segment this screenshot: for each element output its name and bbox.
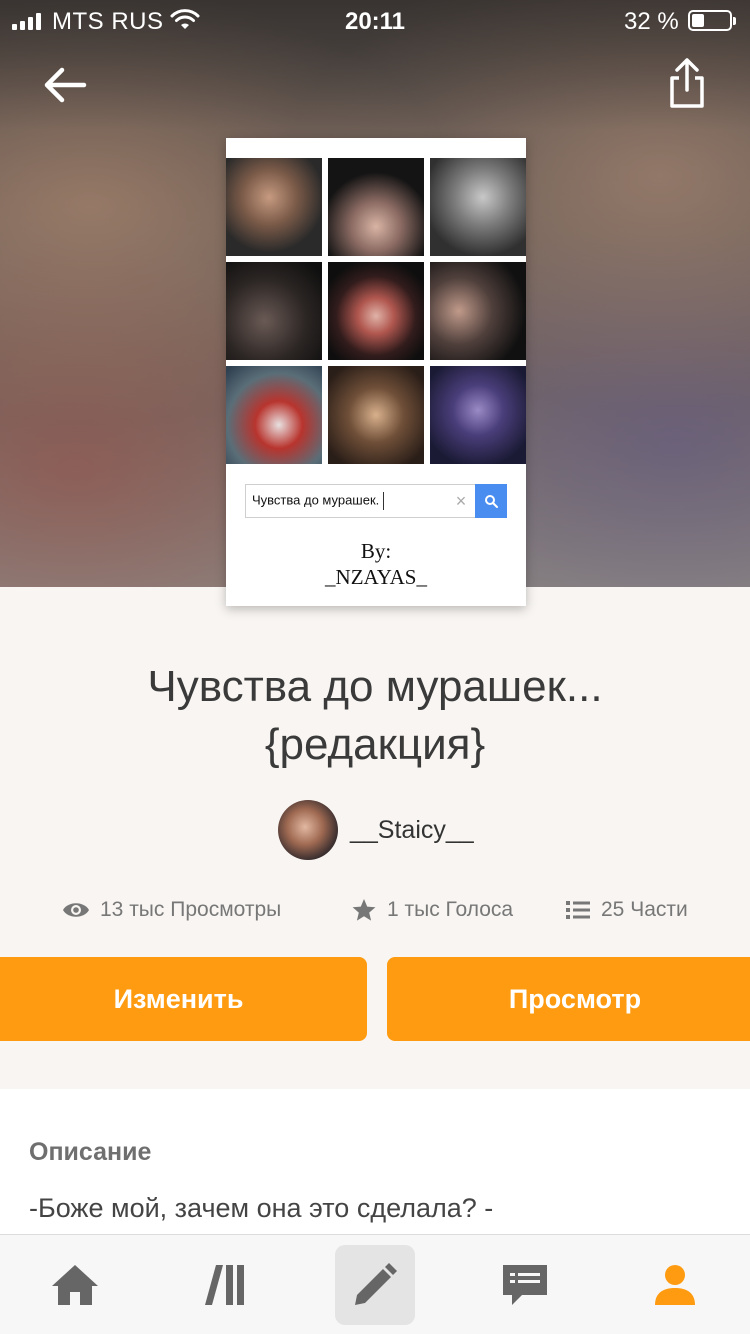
votes-count: 1 тыс Голоса [387,898,514,921]
parts-count: 25 Части [601,898,688,921]
cover-photo [430,158,526,256]
status-bar: MTS RUS 20:11 32 % [0,0,750,40]
parts-stat: 25 Части [565,890,688,930]
close-icon: × [455,490,467,511]
preview-button[interactable]: Просмотр [387,957,750,1041]
votes-stat: 1 тыс Голоса [351,890,513,930]
tab-profile[interactable] [635,1245,715,1325]
cover-author-tag: _NZAYAS_ [325,565,427,589]
cover-photo [226,366,322,464]
author-link[interactable]: __Staicy__ [278,800,474,860]
story-cover: Чувства до мурашек. × By: _NZAYAS_ [226,138,526,606]
cover-search-box: Чувства до мурашек. × [245,484,507,518]
story-stats: 13 тыс Просмотры 1 тыс Голоса 25 Части [0,890,750,930]
tab-home[interactable] [35,1245,115,1325]
avatar [278,800,338,860]
tab-messages[interactable] [485,1245,565,1325]
share-button[interactable] [664,56,710,112]
battery-percent: 32 % [624,8,679,35]
home-icon [52,1265,98,1305]
star-icon [352,899,376,921]
tab-library[interactable] [185,1245,265,1325]
search-icon [475,484,507,518]
edit-button[interactable]: Изменить [0,957,367,1041]
cover-photo [430,262,526,360]
story-title-line: Чувства до мурашек... [147,662,603,711]
cover-search-text: Чувства до мурашек. [246,492,447,510]
list-icon [566,901,590,919]
pencil-icon [355,1263,397,1305]
story-title-line: {редакция} [264,720,486,769]
description-text: -Боже мой, зачем она это сделала? - [29,1193,494,1223]
views-count: 13 тыс Просмотры [100,898,282,921]
cover-byline: By: _NZAYAS_ [226,538,526,590]
messages-icon [503,1265,547,1305]
cover-photo [328,366,424,464]
description-heading: Описание [29,1138,152,1166]
share-icon [670,58,704,108]
arrow-left-icon [44,67,87,103]
cover-by-label: By: [360,539,392,563]
cover-photo [328,158,424,256]
battery-icon [688,10,736,31]
cover-photo [226,158,322,256]
eye-icon [63,903,89,917]
views-stat: 13 тыс Просмотры [62,890,281,930]
cover-photo [430,366,526,464]
description-card [0,1089,750,1249]
tab-write[interactable] [335,1245,415,1325]
story-title: Чувства до мурашек... {редакция} [0,658,750,774]
cover-photo [328,262,424,360]
back-button[interactable] [40,60,90,110]
cover-photo [226,262,322,360]
cover-photo-grid [226,158,526,600]
author-name: __Staicy__ [350,815,474,844]
library-icon [205,1265,244,1305]
profile-icon [655,1265,695,1305]
tab-bar [0,1234,750,1334]
